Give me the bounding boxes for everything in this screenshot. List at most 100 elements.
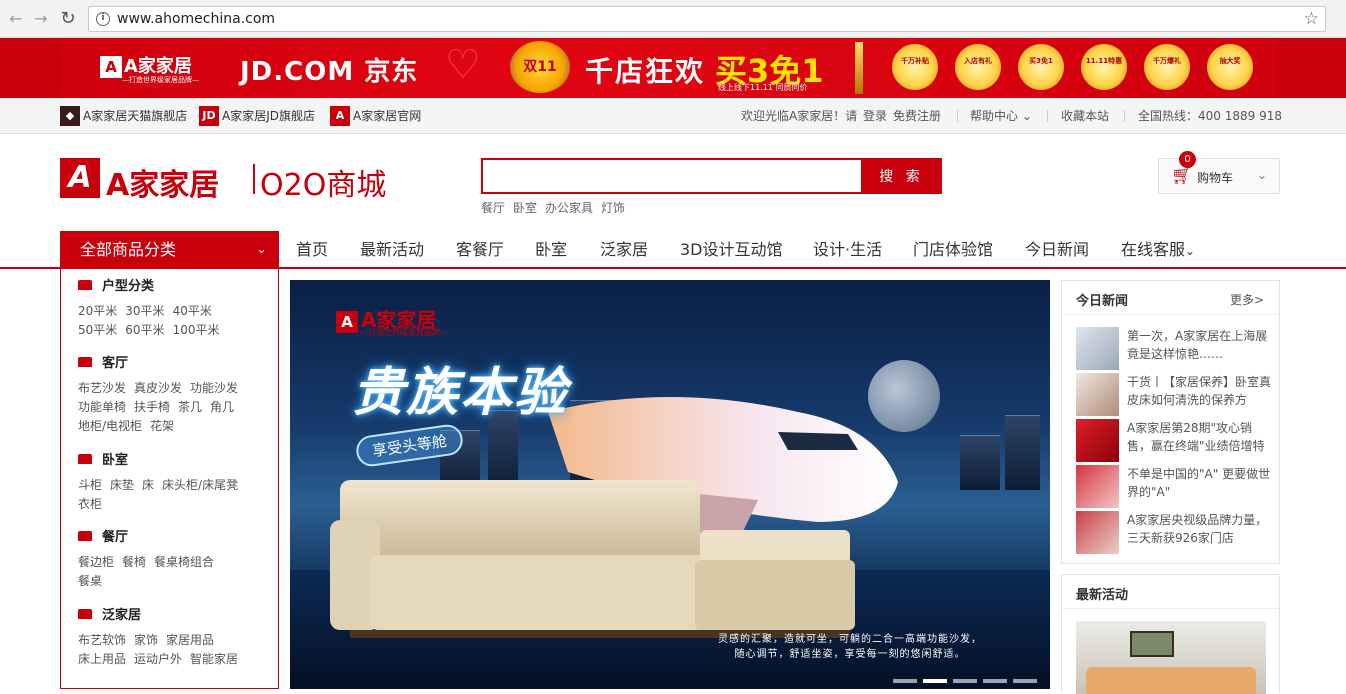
category-link[interactable]: 茶几 [178, 400, 202, 414]
category-link[interactable]: 60平米 [125, 323, 164, 337]
nav-3d-design[interactable]: 3D设计互动馆 [680, 231, 783, 269]
address-bar[interactable]: i www.ahomechina.com ☆ [88, 6, 1326, 32]
category-link[interactable]: 餐桌 [78, 574, 102, 588]
category-link[interactable]: 功能沙发 [190, 381, 238, 395]
bed-icon [78, 454, 92, 464]
category-link[interactable]: 家饰 [134, 633, 158, 647]
news-item[interactable]: 干货丨【家居保养】卧室真皮床如何清洗的保养方 [1076, 373, 1272, 417]
category-link[interactable]: 20平米 [78, 304, 117, 318]
category-link[interactable]: 斗柜 [78, 478, 102, 492]
nav-bedroom[interactable]: 卧室 [535, 231, 567, 269]
category-link[interactable]: 扶手椅 [134, 400, 170, 414]
back-icon[interactable]: ← [6, 9, 26, 29]
category-link[interactable]: 智能家居 [190, 652, 238, 666]
search-input[interactable] [481, 158, 861, 194]
help-center-menu[interactable]: 帮助中心 ⌄ [970, 106, 1032, 126]
login-link[interactable]: 登录 [863, 106, 887, 126]
register-link[interactable]: 免费注册 [893, 106, 941, 126]
nav-home-goods[interactable]: 泛家居 [600, 231, 648, 269]
carousel-dot[interactable] [953, 679, 977, 683]
category-title[interactable]: 户型分类 [102, 279, 154, 294]
nav-customer-service[interactable]: 在线客服⌄ [1121, 231, 1195, 269]
nav-home[interactable]: 首页 [296, 231, 328, 269]
category-link[interactable]: 餐边柜 [78, 555, 114, 569]
category-link[interactable]: 家居用品 [166, 633, 214, 647]
search-button[interactable]: 搜 索 [861, 158, 942, 194]
bookmark-star-icon[interactable]: ☆ [1304, 9, 1319, 29]
category-link[interactable]: 餐桌椅组合 [154, 555, 214, 569]
hot-word[interactable]: 灯饰 [601, 201, 625, 215]
category-title[interactable]: 泛家居 [102, 608, 141, 623]
news-headline[interactable]: A家家居第28期"攻心销售，赢在终端"业绩倍增特 [1127, 419, 1272, 459]
jd-store-link[interactable]: JD A家家居JD旗舰店 [199, 106, 315, 126]
hero-carousel[interactable]: A A家家居 —打造世界级家居品牌— 贵族本验 享受头等舱 灵感的汇聚，造就可坐，… [290, 280, 1050, 689]
news-headline[interactable]: 干货丨【家居保养】卧室真皮床如何清洗的保养方 [1127, 373, 1272, 413]
forward-icon[interactable]: → [31, 9, 51, 29]
category-link[interactable]: 餐椅 [122, 555, 146, 569]
news-item[interactable]: A家家居第28期"攻心销售，赢在终端"业绩倍增特 [1076, 419, 1272, 463]
info-icon[interactable]: i [96, 12, 110, 26]
promo-banner[interactable]: A A家家居 —打造世界级家居品牌— JD.COM 京东 ♡ 双11 千店狂欢 买… [0, 38, 1346, 98]
category-link[interactable]: 100平米 [173, 323, 220, 337]
category-link[interactable]: 花架 [150, 419, 174, 433]
nav-living-dining[interactable]: 客餐厅 [456, 231, 504, 269]
reload-icon[interactable]: ↻ [58, 9, 78, 29]
category-link[interactable]: 角几 [210, 400, 234, 414]
category-title[interactable]: 客厅 [102, 356, 128, 371]
category-link[interactable]: 床上用品 [78, 652, 126, 666]
news-panel-title: 今日新闻 [1076, 294, 1129, 309]
news-panel: 今日新闻 更多> 第一次，A家家居在上海展竟是这样惊艳…… 干货丨【家居保养】卧… [1061, 280, 1280, 564]
cart-button[interactable]: 🛒︎ 0 购物车 ⌄ [1158, 151, 1280, 194]
category-link[interactable]: 40平米 [173, 304, 212, 318]
sofa-icon [78, 357, 92, 367]
category-title[interactable]: 餐厅 [102, 530, 128, 545]
url-text[interactable]: www.ahomechina.com [117, 11, 275, 27]
category-link[interactable]: 床头柜/床尾凳 [162, 478, 238, 492]
hot-word[interactable]: 餐厅 [481, 201, 505, 215]
carousel-dot[interactable] [983, 679, 1007, 683]
promo-date-note: 线上线下11.11 同质同价 [718, 83, 808, 92]
category-link[interactable]: 运动户外 [134, 652, 182, 666]
category-link[interactable]: 床 [142, 478, 154, 492]
favorite-link[interactable]: 收藏本站 [1061, 106, 1109, 126]
category-link[interactable]: 真皮沙发 [134, 381, 182, 395]
category-link[interactable]: 布艺软饰 [78, 633, 126, 647]
category-link[interactable]: 地柜/电视柜 [78, 419, 142, 433]
activity-image[interactable] [1076, 621, 1266, 694]
nav-store-experience[interactable]: 门店体验馆 [913, 231, 993, 269]
activity-panel: 最新活动 [1061, 574, 1280, 694]
tmall-store-link[interactable]: ◆ A家家居天猫旗舰店 [60, 106, 187, 126]
news-item[interactable]: 不单是中国的"A" 更要做世界的"A" [1076, 465, 1272, 509]
news-item[interactable]: A家家居央视级品牌力量，三天新获926家门店 [1076, 511, 1272, 555]
news-item[interactable]: 第一次，A家家居在上海展竟是这样惊艳…… [1076, 327, 1272, 371]
news-headline[interactable]: A家家居央视级品牌力量，三天新获926家门店 [1127, 511, 1272, 551]
carousel-dot-active[interactable] [923, 679, 947, 683]
carousel-dot[interactable] [893, 679, 917, 683]
news-more-link[interactable]: 更多> [1230, 291, 1264, 308]
hot-word[interactable]: 办公家具 [545, 201, 593, 215]
official-site-link[interactable]: A A家家居官网 [330, 106, 421, 126]
chevron-down-icon: ⌄ [1185, 244, 1196, 258]
nav-activities[interactable]: 最新活动 [360, 231, 424, 269]
category-link[interactable]: 功能单椅 [78, 400, 126, 414]
category-group: 户型分类 20平米 30平米 40平米 50平米 60平米 100平米 [78, 277, 268, 340]
news-headline[interactable]: 第一次，A家家居在上海展竟是这样惊艳…… [1127, 327, 1272, 367]
chevron-down-icon: ⌄ [1021, 109, 1032, 123]
all-categories-button[interactable]: 全部商品分类 ⌄ [60, 231, 279, 269]
promo-partner: JD.COM 京东 [240, 57, 419, 87]
carousel-dot[interactable] [1013, 679, 1037, 683]
nav-news[interactable]: 今日新闻 [1025, 231, 1089, 269]
category-link[interactable]: 布艺沙发 [78, 381, 126, 395]
category-title[interactable]: 卧室 [102, 453, 128, 468]
news-headline[interactable]: 不单是中国的"A" 更要做世界的"A" [1127, 465, 1272, 505]
promo-coin: 千万爆礼 [1144, 44, 1190, 90]
category-link[interactable]: 30平米 [125, 304, 164, 318]
tmall-icon: ◆ [60, 106, 80, 126]
promo-coin: 抽大奖 [1207, 44, 1253, 90]
category-link[interactable]: 50平米 [78, 323, 117, 337]
category-link[interactable]: 衣柜 [78, 497, 102, 511]
category-link[interactable]: 床垫 [110, 478, 134, 492]
hot-word[interactable]: 卧室 [513, 201, 537, 215]
nav-design-life[interactable]: 设计·生活 [813, 231, 882, 269]
promo-coin: 买3免1 [1018, 44, 1064, 90]
